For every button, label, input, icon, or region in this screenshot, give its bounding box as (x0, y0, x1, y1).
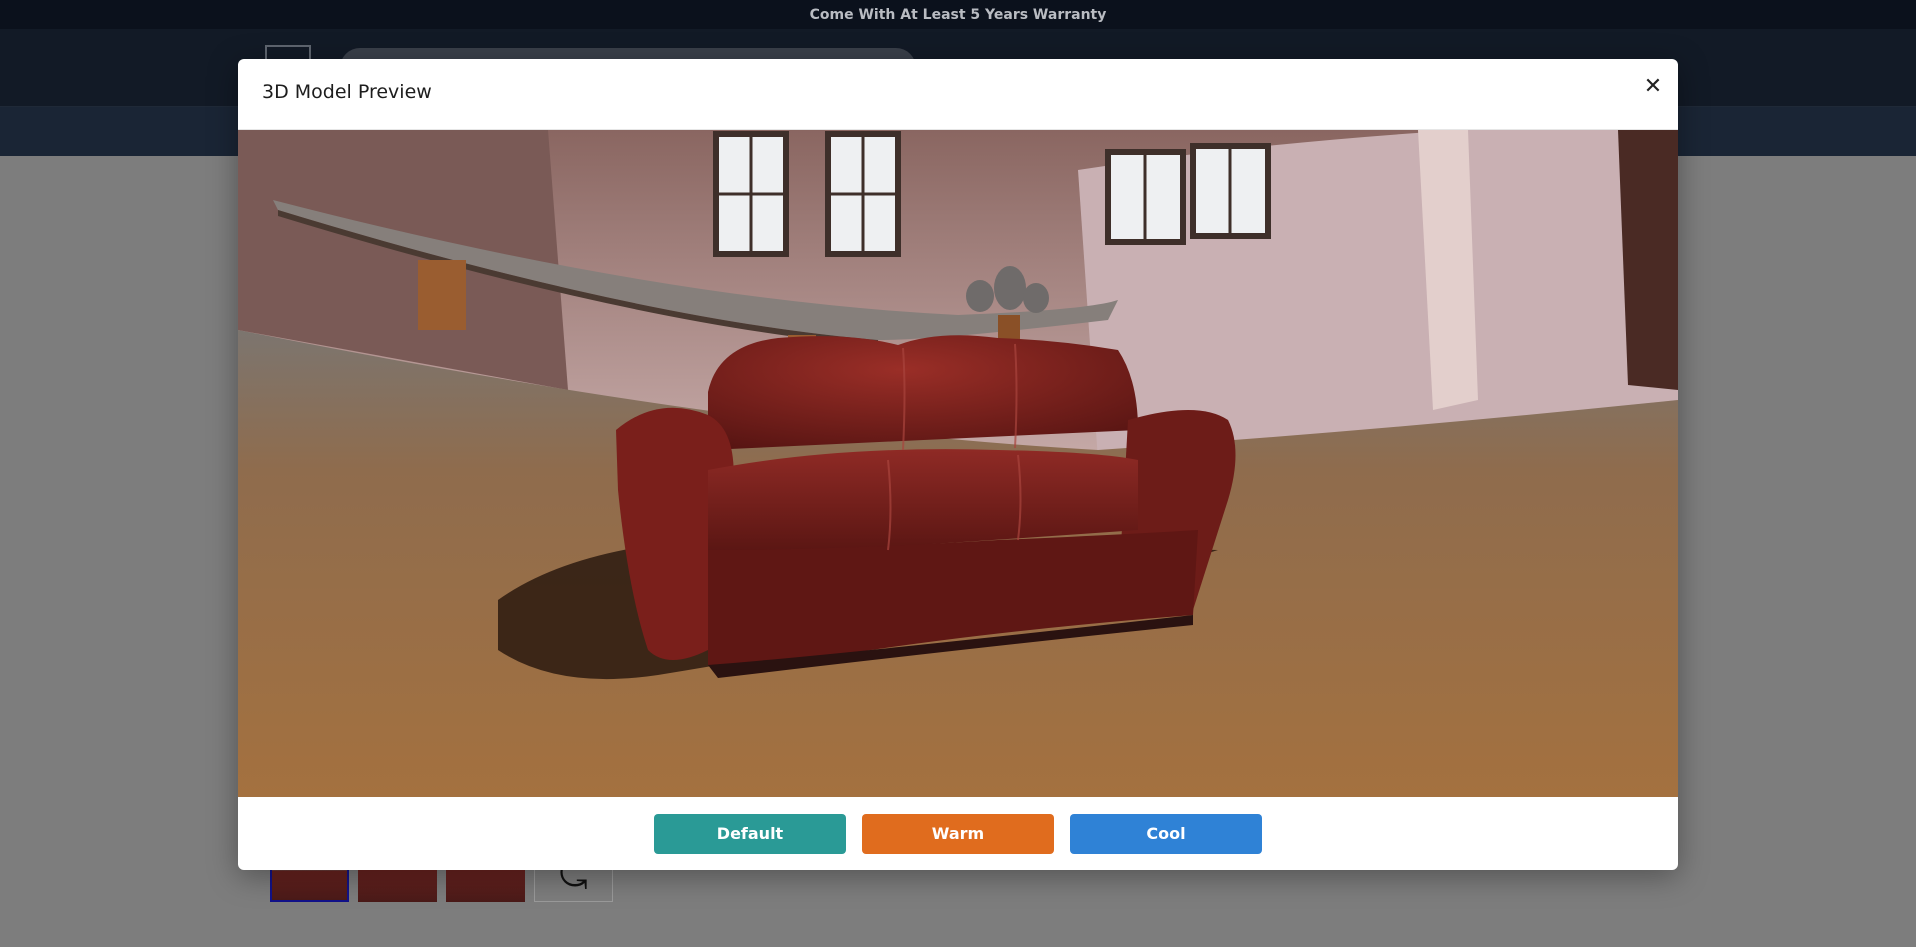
3d-model-viewer[interactable] (238, 130, 1678, 797)
lighting-controls: Default Warm Cool (238, 797, 1678, 870)
modal-header: 3D Model Preview ✕ (238, 59, 1678, 130)
announcement-text: Come With At Least 5 Years Warranty (809, 6, 1107, 23)
close-icon[interactable]: ✕ (1639, 72, 1667, 100)
warm-lighting-button[interactable]: Warm (862, 813, 1054, 854)
announcement-bar: Come With At Least 5 Years Warranty (0, 0, 1916, 29)
modal-title: 3D Model Preview (262, 81, 432, 103)
cool-lighting-button[interactable]: Cool (1070, 813, 1262, 854)
model-preview-modal: 3D Model Preview ✕ Default Warm Cool (238, 59, 1678, 870)
sofa-scene (238, 130, 1678, 797)
default-lighting-button[interactable]: Default (654, 813, 846, 854)
